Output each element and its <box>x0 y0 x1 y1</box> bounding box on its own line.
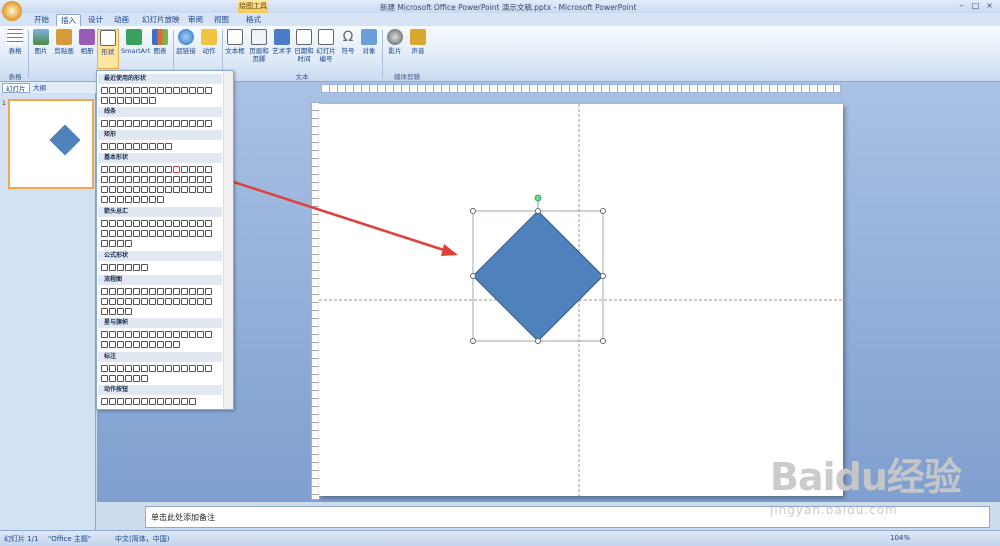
section-action-buttons: 动作按钮 <box>98 385 222 395</box>
watermark-brand: Baidu经验 <box>770 455 962 499</box>
shapes-gallery[interactable]: 最近使用的形状 线条 矩形 基本形状 箭头总汇 公式形状 流程图 星与旗帜 标注… <box>96 70 234 410</box>
status-theme: "Office 主题" <box>48 535 92 543</box>
watermark-url: jingyan.baidu.com <box>770 503 898 517</box>
notes-placeholder: 单击此处添加备注 <box>151 513 215 522</box>
status-bar: 幻灯片 1/1 "Office 主题" 中文(简体，中国) 104% <box>0 530 1000 546</box>
section-equation: 公式形状 <box>98 251 222 261</box>
section-lines: 线条 <box>98 107 222 117</box>
arrow-line <box>211 173 451 254</box>
status-language: 中文(简体，中国) <box>115 535 170 543</box>
status-slide: 幻灯片 1/1 <box>4 535 39 543</box>
section-recent: 最近使用的形状 <box>98 74 222 84</box>
gallery-scrollbar[interactable] <box>223 71 233 409</box>
watermark: Baidu经验 jingyan.baidu.com <box>770 446 962 517</box>
section-rectangles: 矩形 <box>98 130 222 140</box>
section-block-arrows: 箭头总汇 <box>98 207 222 217</box>
section-stars: 星与旗帜 <box>98 318 222 328</box>
arrow-head <box>441 244 458 256</box>
section-flowchart: 流程图 <box>98 275 222 285</box>
diamond-shape-option <box>173 166 180 173</box>
zoom-level[interactable]: 104% <box>890 534 910 542</box>
office-button[interactable] <box>2 1 22 21</box>
section-callouts: 标注 <box>98 352 222 362</box>
section-basic-shapes: 基本形状 <box>98 153 222 163</box>
